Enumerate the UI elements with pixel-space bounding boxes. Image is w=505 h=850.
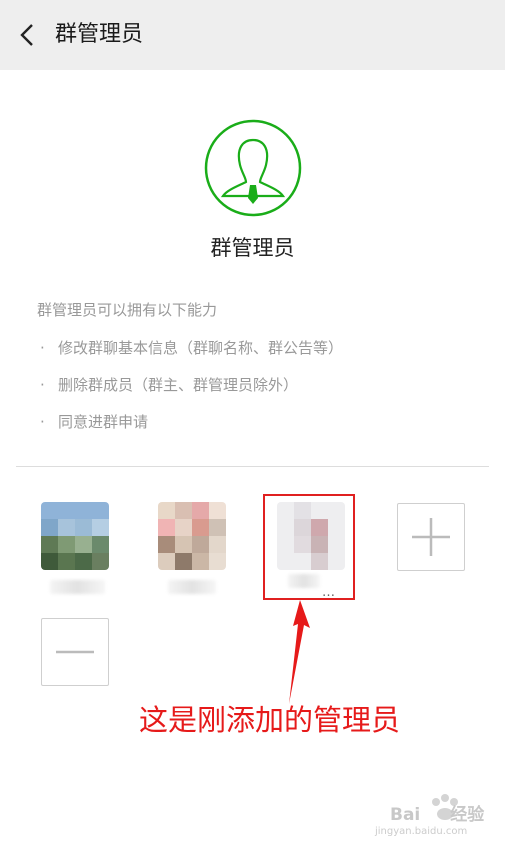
ability-item: · 删除群成员（群主、群管理员除外） [40,376,299,394]
arrow-icon [280,598,320,708]
abilities-intro: 群管理员可以拥有以下能力 [37,301,218,319]
member-name-blurred [168,580,216,594]
member-avatar[interactable] [158,502,226,570]
minus-icon [56,650,94,654]
add-member-button[interactable] [397,503,465,571]
watermark-url: jingyan.baidu.com [375,826,468,837]
watermark-brand-en: Bai [390,805,421,825]
ability-text: 删除群成员（群主、群管理员除外） [58,376,299,394]
member-avatar[interactable] [41,502,109,570]
annotation-text: 这是刚添加的管理员 [139,703,401,737]
top-bar: 群管理员 [0,0,505,70]
remove-member-button[interactable] [41,618,109,686]
hero-label: 群管理员 [210,236,295,260]
ability-text: 修改群聊基本信息（群聊名称、群公告等） [58,339,344,357]
admin-avatar-icon [203,118,303,218]
highlight-box [263,494,355,600]
ability-item: · 同意进群申请 [40,413,149,431]
ability-item: · 修改群聊基本信息（群聊名称、群公告等） [40,339,344,357]
member-name-blurred [50,580,105,594]
watermark-brand: Bai 经验 [390,800,484,825]
divider [16,466,489,467]
ability-text: 同意进群申请 [58,413,149,431]
plus-icon [412,518,450,556]
watermark-brand-cn: 经验 [450,805,485,825]
back-icon[interactable] [12,18,46,52]
page-title: 群管理员 [55,22,144,47]
